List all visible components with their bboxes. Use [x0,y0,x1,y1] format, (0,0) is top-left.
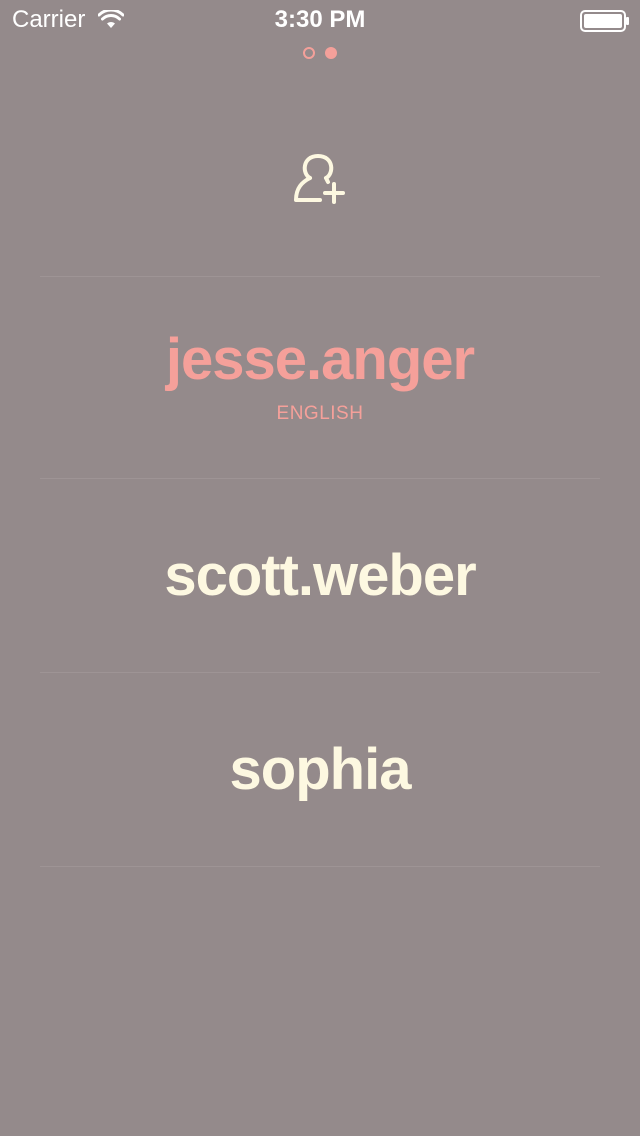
page-dot-1[interactable] [303,47,315,59]
status-time: 3:30 PM [274,6,366,33]
status-bar: Carrier 3:30 PM [0,0,640,40]
battery-icon [580,10,630,32]
account-row-jesse-anger[interactable]: jesse.anger ENGLISH [40,277,600,478]
account-name: jesse.anger [165,326,475,392]
page-dot-2[interactable] [325,47,337,59]
page-indicator[interactable] [0,47,640,61]
account-name: sophia [229,736,412,802]
add-user-icon [292,152,348,209]
account-row-sophia[interactable]: sophia [40,673,600,866]
divider [40,866,600,867]
add-user-button[interactable] [280,140,360,220]
account-row-scott-weber[interactable]: scott.weber [40,479,600,672]
account-name: scott.weber [164,542,476,608]
account-language: ENGLISH [276,402,364,424]
